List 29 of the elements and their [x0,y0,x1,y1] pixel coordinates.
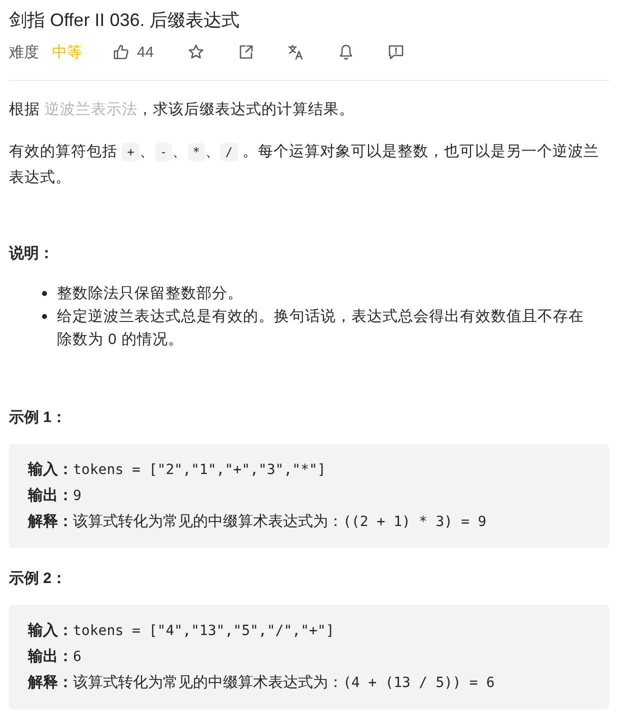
section-heading: 说明： [9,244,55,264]
difficulty-value: 中等 [52,42,82,62]
bell-icon[interactable] [338,44,354,60]
inline-code: - [154,143,172,161]
bullet-icon [42,291,47,296]
example-line: 输出：9 [28,486,82,506]
example-line: 输入：tokens = ["2","1","+","3","*"] [28,460,327,480]
bullet-icon [42,314,47,319]
thumbs-up-icon [113,44,129,60]
example-line: 输入：tokens = ["4","13","5","/","+"] [28,621,336,641]
star-icon[interactable] [188,44,204,60]
example-line: 解释：该算式转化为常见的中缀算术表达式为：((2 + 1) * 3) = 9 [28,512,488,532]
like-button[interactable]: 44 [113,44,154,60]
inline-code: * [188,143,205,161]
example-heading: 示例 2： [9,569,68,589]
inline-code: + [122,143,140,161]
description-paragraph: 根据 逆波兰表示法，求该后缀表达式的计算结果。 [9,100,356,120]
problem-title: 剑指 Offer II 036. 后缀表达式 [9,9,241,32]
inline-code: / [220,143,238,161]
list-item-text: 整数除法只保留整数部分。 [57,284,243,304]
example-line: 输出：6 [28,647,82,667]
description-paragraph: 有效的算符包括 + 、 - 、 * 、 / 。每个运算对象可以是整数，也可以是另一个逆波兰表达式。 [9,142,600,188]
difficulty-label: 难度 [9,42,39,62]
example-line: 解释：该算式转化为常见的中缀算术表达式为：(4 + (13 / 5)) = 6 [28,673,496,693]
translate-icon[interactable] [288,44,304,60]
share-icon[interactable] [238,44,254,60]
example-heading: 示例 1： [9,408,68,428]
list-item-text: 给定逆波兰表达式总是有效的。换句话说，表达式总会得出有效数值且不存在除数为 0 的情况。 [57,307,585,350]
feedback-icon[interactable] [388,44,404,60]
